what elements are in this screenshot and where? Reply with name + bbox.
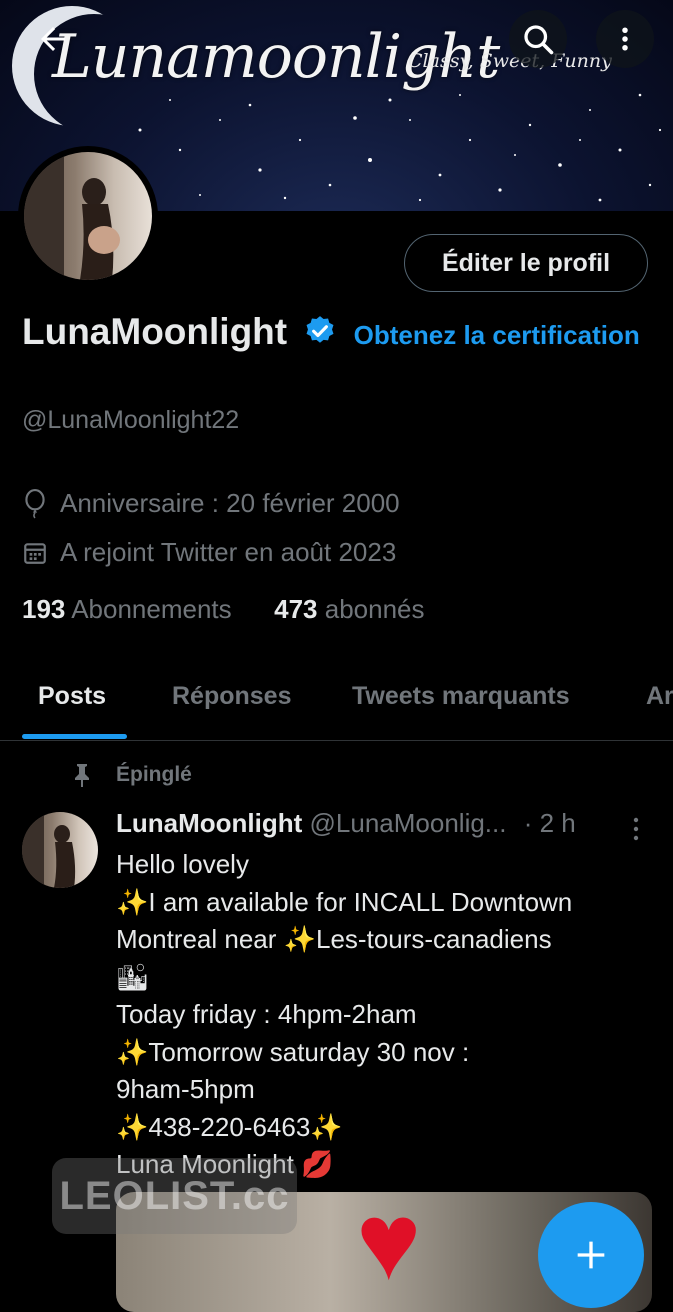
more-options-button[interactable] (596, 10, 654, 68)
avatar-photo (24, 152, 120, 280)
profile-name-line: LunaMoonlight Obtenez la certification (22, 308, 662, 359)
banner-tagline: Classy, Sweet, Funny (408, 50, 612, 72)
plus-icon (577, 1241, 605, 1269)
verified-badge-icon[interactable] (303, 314, 337, 348)
search-icon (524, 25, 554, 55)
search-button[interactable] (509, 10, 567, 68)
tweet-line: Today friday : 4hpm-2ham (116, 999, 417, 1029)
arrow-left-icon (41, 27, 65, 51)
follow-stats: 193 Abonnements 473 abonnés (22, 594, 425, 625)
profile-tabs: Posts Réponses Tweets marquants Ar (0, 668, 673, 741)
birthday-text: Anniversaire : 20 février 2000 (60, 488, 400, 518)
tweet-line: 🏙 (116, 961, 150, 992)
back-button[interactable] (24, 10, 82, 68)
edit-profile-button[interactable]: Éditer le profil (404, 234, 648, 292)
tweet-header: LunaMoonlight @LunaMoonlig... · 2 h (116, 808, 656, 839)
tweet-line: 9ham-5hpm (116, 1074, 255, 1104)
avatar-photo (22, 812, 76, 888)
tweet-line: ✨Tomorrow saturday 30 nov : (116, 1036, 470, 1067)
more-vertical-icon (622, 27, 628, 51)
tweet-line: Hello lovely (116, 849, 249, 879)
tab-posts[interactable]: Posts (38, 682, 106, 711)
calendar-icon (24, 542, 46, 564)
compose-tweet-button[interactable] (538, 1202, 644, 1308)
following-link[interactable]: 193 Abonnements (22, 594, 232, 624)
pin-icon (75, 764, 89, 787)
tab-articles[interactable]: Ar (646, 682, 673, 711)
joined-text: A rejoint Twitter en août 2023 (60, 537, 397, 567)
tweet-more-icon[interactable] (624, 814, 648, 844)
followers-label: abonnés (324, 594, 425, 624)
pinned-indicator: Épinglé (70, 762, 192, 788)
profile-handle: @LunaMoonlight22 (22, 406, 240, 434)
watermark: LEOLIST.cc (52, 1158, 297, 1234)
tweet-time[interactable]: · 2 h (524, 808, 576, 838)
following-count: 193 (22, 594, 66, 624)
joined-row: A rejoint Twitter en août 2023 (22, 537, 396, 568)
followers-count: 473 (274, 594, 318, 624)
tweet-line: ✨I am available for INCALL Downtown (116, 886, 573, 917)
tweet-avatar[interactable] (22, 812, 98, 888)
heart-icon: ♥ (356, 1192, 422, 1303)
tweet-line: ✨438-220-6463✨ (116, 1111, 343, 1142)
tab-replies[interactable]: Réponses (172, 682, 291, 711)
get-verified-link[interactable]: Obtenez la certification (354, 320, 640, 350)
birthday-row: Anniversaire : 20 février 2000 (22, 488, 400, 519)
tab-highlights[interactable]: Tweets marquants (352, 682, 570, 711)
tweet-text: Hello lovely ✨I am available for INCALL … (116, 846, 656, 1184)
balloon-icon (25, 488, 45, 518)
display-name: LunaMoonlight (22, 311, 288, 352)
tweet-author-handle[interactable]: @LunaMoonlig... (310, 808, 507, 838)
active-tab-indicator (22, 734, 127, 739)
tweet-line: Montreal near ✨Les-tours-canadiens (116, 924, 552, 954)
followers-link[interactable]: 473 abonnés (274, 594, 424, 624)
profile-avatar[interactable] (18, 146, 158, 286)
following-label: Abonnements (71, 594, 232, 624)
pinned-label: Épinglé (116, 763, 192, 786)
tweet-author-name[interactable]: LunaMoonlight (116, 808, 302, 838)
